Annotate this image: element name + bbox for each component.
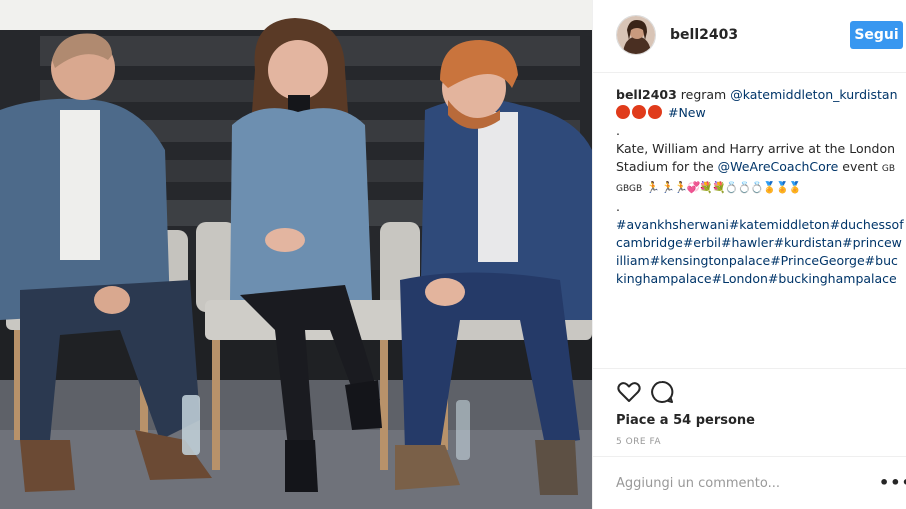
comment-bubble-icon[interactable] bbox=[649, 379, 675, 405]
caption-mention-source[interactable]: @katemiddleton_kurdistan bbox=[730, 87, 897, 102]
more-options-icon[interactable]: ••• bbox=[879, 473, 906, 492]
heart-icon[interactable] bbox=[616, 379, 642, 405]
comment-input[interactable] bbox=[616, 473, 856, 493]
caption-dot-line: . bbox=[616, 123, 620, 138]
caption-hashtags[interactable]: #avankhsherwani#katemiddleton#duchessofc… bbox=[616, 217, 904, 286]
caption-username[interactable]: bell2403 bbox=[616, 87, 677, 102]
header-username[interactable]: bell2403 bbox=[670, 27, 738, 43]
red-circle-icon bbox=[648, 105, 662, 119]
instagram-post: bell2403 Segui bell2403 regram @katemidd… bbox=[0, 0, 906, 509]
caption-emoji-line: 🏃 🏃🏃💞💐💐💍💍💍🏅🏅🏅 bbox=[646, 181, 802, 194]
avatar[interactable] bbox=[616, 15, 656, 55]
post-caption: bell2403 regram @katemiddleton_kurdistan… bbox=[616, 86, 904, 288]
comment-bar: ••• bbox=[593, 456, 906, 509]
post-photo[interactable] bbox=[0, 0, 592, 509]
caption-regram-text: regram bbox=[676, 87, 731, 102]
post-photo-illustration bbox=[0, 0, 592, 509]
avatar-image bbox=[617, 16, 655, 54]
caption-dot-line-2: . bbox=[616, 199, 620, 214]
red-circle-icon bbox=[632, 105, 646, 119]
follow-button[interactable]: Segui bbox=[850, 21, 903, 49]
caption-body-event: event bbox=[838, 159, 882, 174]
red-circle-icon bbox=[616, 105, 630, 119]
post-timestamp[interactable]: 5 ORE FA bbox=[616, 437, 661, 447]
flag-text-2: GBGB bbox=[616, 184, 643, 194]
caption-hashtag-new[interactable]: #New bbox=[668, 105, 706, 120]
post-side-panel: bell2403 Segui bell2403 regram @katemidd… bbox=[592, 0, 906, 509]
post-actions: Piace a 54 persone 5 ORE FA bbox=[593, 368, 906, 456]
flag-text-1: GB bbox=[881, 164, 896, 174]
caption-mention-event[interactable]: @WeAreCoachCore bbox=[718, 159, 839, 174]
likes-count[interactable]: Piace a 54 persone bbox=[616, 413, 755, 428]
post-header: bell2403 Segui bbox=[593, 0, 906, 73]
